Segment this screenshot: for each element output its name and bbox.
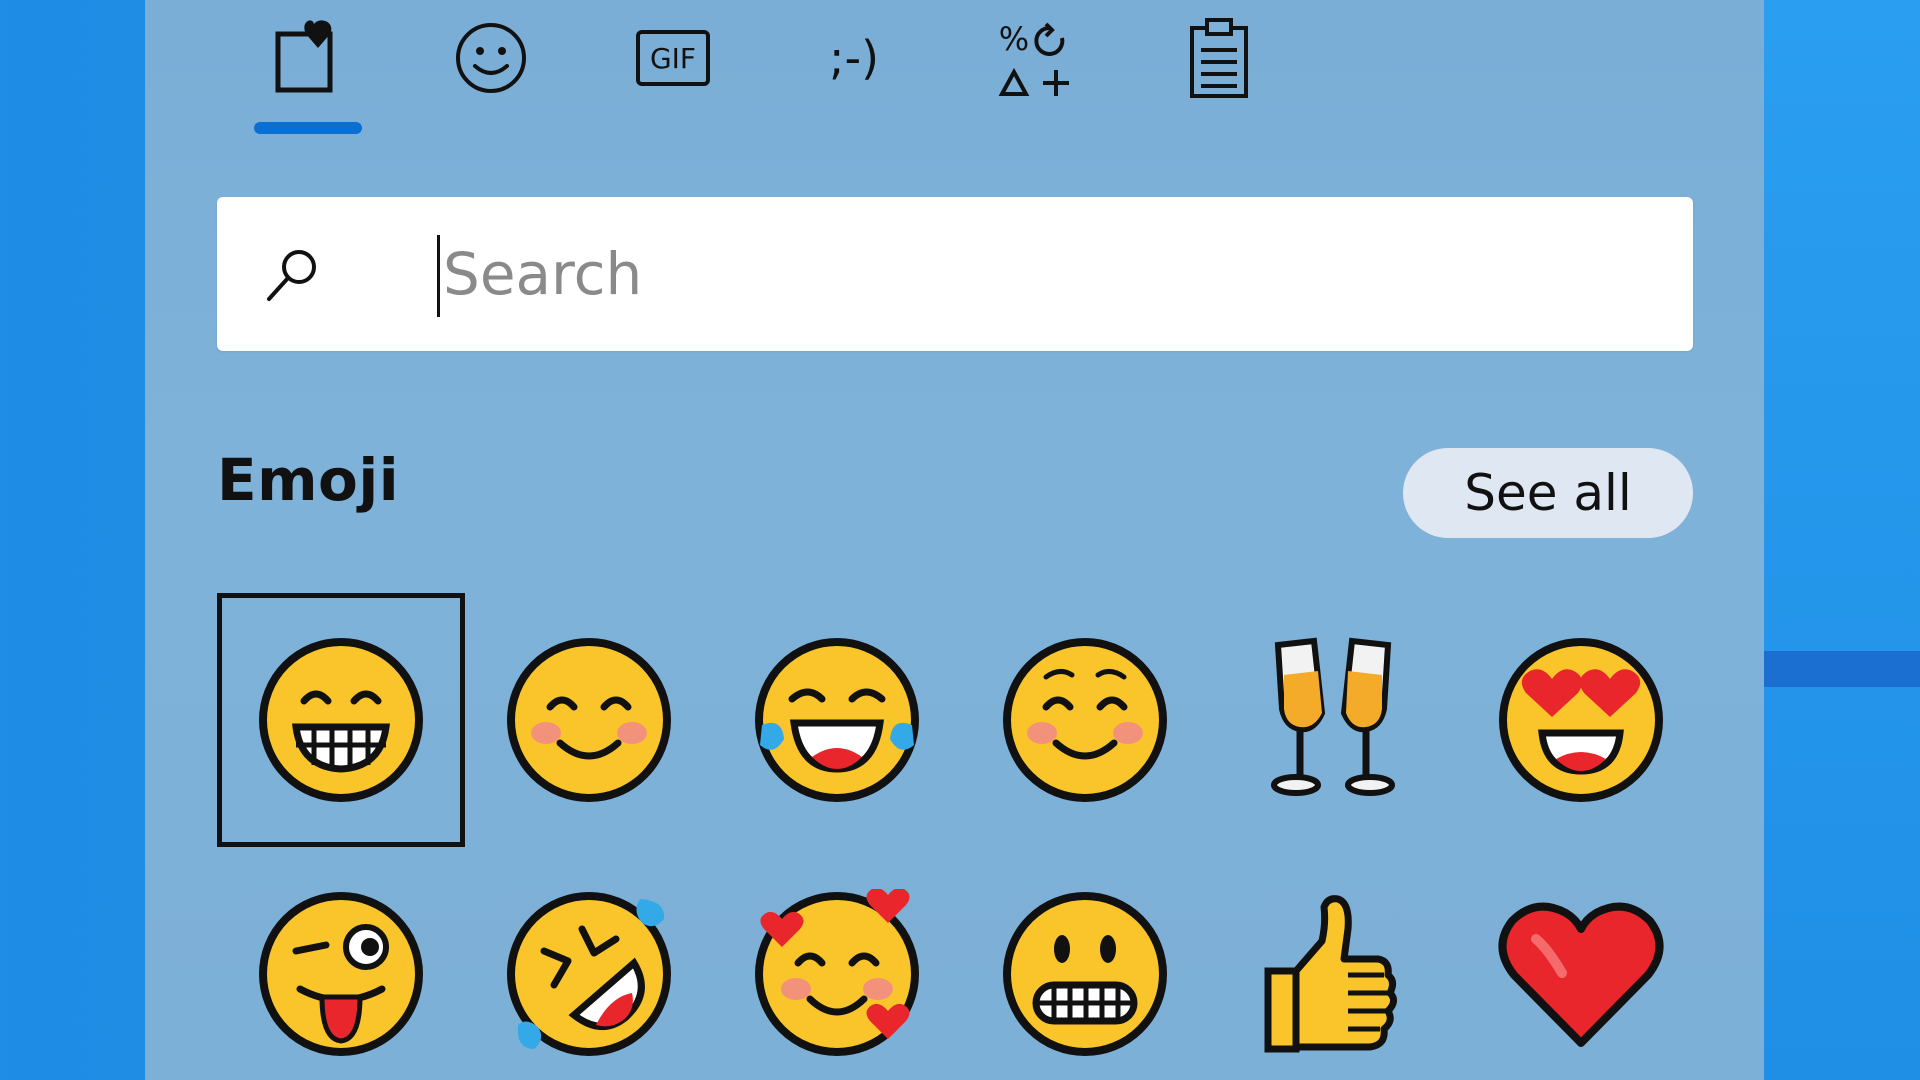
search-box[interactable] [217, 197, 1693, 351]
active-tab-indicator [254, 122, 362, 134]
tab-symbols[interactable]: % [990, 10, 1082, 106]
emoji-grinning-face-with-smiling-eyes[interactable] [217, 593, 465, 847]
section-title: Emoji [217, 446, 400, 514]
emoji-smiling-face-with-heart-eyes[interactable] [1457, 593, 1705, 847]
rolling-on-the-floor-laughing-icon [507, 892, 671, 1056]
clinking-glasses-icon [1271, 637, 1395, 796]
face-with-tears-of-joy-icon [755, 638, 919, 802]
emoji-smiling-face-with-hearts[interactable] [713, 847, 961, 1080]
search-input[interactable] [443, 227, 1643, 321]
smiley-icon [456, 23, 526, 93]
smiling-face-with-smiling-eyes-icon [507, 638, 671, 802]
grimacing-face-icon [1003, 892, 1167, 1056]
heart-clipboard-icon [275, 20, 333, 93]
winking-face-with-tongue-icon [259, 892, 423, 1056]
kaomoji-icon: ;-) [829, 31, 879, 85]
clipboard-icon [1190, 18, 1248, 98]
emoji-face-with-tears-of-joy[interactable] [713, 593, 961, 847]
smiling-face-with-hearts-icon [755, 889, 919, 1056]
tab-clipboard[interactable] [1173, 10, 1265, 106]
tab-most-used[interactable] [262, 10, 354, 106]
symbols-icon: % [998, 20, 1069, 96]
thumbs-up-icon [1264, 895, 1397, 1053]
grinning-face-with-smiling-eyes-icon [259, 638, 423, 802]
red-heart-icon [1498, 902, 1664, 1047]
windows-logo-fragment [1764, 651, 1920, 687]
tab-bar: GIF ;-) % [145, 0, 1764, 140]
emoji-winking-face-with-tongue[interactable] [217, 847, 465, 1080]
svg-text:;-): ;-) [829, 31, 879, 85]
tab-kaomoji[interactable]: ;-) [808, 10, 900, 106]
svg-text:GIF: GIF [650, 42, 696, 75]
desktop-background [1764, 0, 1920, 1080]
emoji-smiling-face-with-smiling-eyes[interactable] [465, 593, 713, 847]
see-all-button[interactable]: See all [1403, 448, 1693, 538]
emoji-grid [217, 593, 1693, 1080]
gif-icon: GIF [636, 30, 710, 86]
search-icon [267, 250, 316, 301]
smiling-face-with-heart-eyes-icon [1499, 638, 1663, 802]
text-caret [437, 235, 440, 317]
emoji-thumbs-up[interactable] [1209, 847, 1457, 1080]
tab-emoji[interactable] [445, 10, 537, 106]
svg-text:%: % [999, 20, 1029, 58]
emoji-panel: GIF ;-) % Search Emoji See all [145, 0, 1764, 1080]
emoji-rolling-on-the-floor-laughing[interactable] [465, 847, 713, 1080]
emoji-red-heart[interactable] [1457, 847, 1705, 1080]
smiling-face-icon [1003, 638, 1167, 802]
emoji-clinking-glasses[interactable] [1209, 593, 1457, 847]
tab-gif[interactable]: GIF [627, 10, 719, 106]
emoji-grimacing-face[interactable] [961, 847, 1209, 1080]
emoji-smiling-face[interactable] [961, 593, 1209, 847]
